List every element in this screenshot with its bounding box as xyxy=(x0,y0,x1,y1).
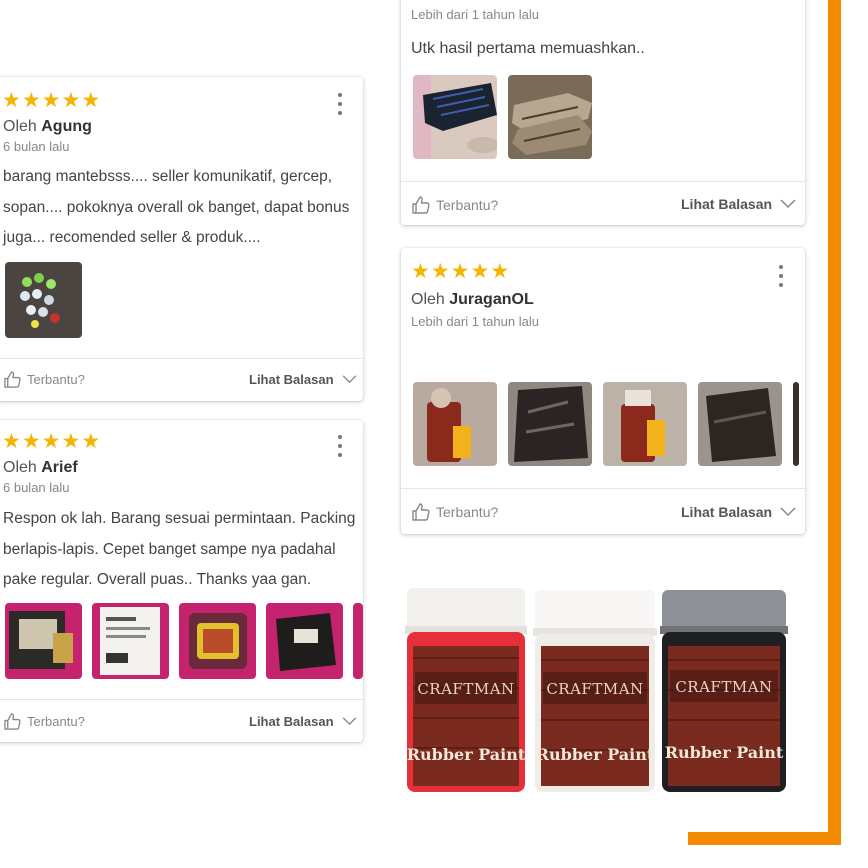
review-photo[interactable] xyxy=(508,382,592,466)
jar-product-name: Rubber Paint xyxy=(665,743,784,762)
star-icon: ★ xyxy=(21,88,41,112)
review-text: Respon ok lah. Barang sesuai permintaan.… xyxy=(3,510,356,588)
star-icon: ★ xyxy=(21,429,41,453)
divider xyxy=(401,488,805,489)
more-options-icon[interactable] xyxy=(774,265,788,287)
jar-brand: CRAFTMAN xyxy=(546,680,643,698)
review-photo[interactable] xyxy=(266,603,343,679)
star-icon: ★ xyxy=(2,88,21,112)
chevron-down-icon xyxy=(342,717,356,726)
star-icon: ★ xyxy=(81,88,101,112)
review-photo[interactable] xyxy=(179,603,256,679)
chevron-down-icon xyxy=(780,199,796,209)
divider xyxy=(0,699,363,700)
more-options-icon[interactable] xyxy=(333,435,347,457)
product-jar-black: CRAFTMAN Rubber Paint xyxy=(660,590,788,794)
review-author: Oleh Agung xyxy=(3,118,92,135)
star-icon: ★ xyxy=(411,259,430,283)
review-time: Lebih dari 1 tahun lalu xyxy=(411,314,539,329)
review-photo[interactable] xyxy=(5,262,82,338)
review-author: Oleh Arief xyxy=(3,459,78,476)
view-replies-label: Lihat Balasan xyxy=(249,372,334,387)
chevron-down-icon xyxy=(342,375,356,384)
view-replies-label: Lihat Balasan xyxy=(249,714,334,729)
rating-stars: ★ ★ ★ ★ ★ xyxy=(2,431,100,452)
star-icon: ★ xyxy=(470,259,490,283)
review-card-juraganol: ★ ★ ★ ★ ★ Oleh JuraganOL Lebih dari 1 tahun … xyxy=(401,248,805,534)
review-photo[interactable] xyxy=(353,603,363,679)
helpful-button[interactable]: Terbantu? xyxy=(3,712,85,731)
review-author: Oleh JuraganOL xyxy=(411,291,534,308)
view-replies-button[interactable]: Lihat Balasan xyxy=(249,714,357,729)
product-jar-white: CRAFTMAN Rubber Paint xyxy=(533,590,657,794)
star-icon: ★ xyxy=(430,259,450,283)
star-icon: ★ xyxy=(2,429,21,453)
chevron-down-icon xyxy=(780,507,796,517)
helpful-label: Terbantu? xyxy=(436,197,499,213)
star-icon: ★ xyxy=(450,259,470,283)
helpful-button[interactable]: Terbantu? xyxy=(411,195,498,215)
review-photo[interactable] xyxy=(508,75,592,159)
author-name: JuraganOL xyxy=(449,291,534,308)
author-name: Arief xyxy=(41,459,78,476)
star-icon: ★ xyxy=(61,429,81,453)
review-time: 6 bulan lalu xyxy=(3,139,70,154)
divider xyxy=(401,181,805,182)
helpful-button[interactable]: Terbantu? xyxy=(411,502,498,522)
jar-brand: CRAFTMAN xyxy=(417,680,514,698)
thumbs-up-icon xyxy=(4,371,21,388)
helpful-label: Terbantu? xyxy=(27,372,85,387)
review-photo[interactable] xyxy=(603,382,687,466)
review-photo[interactable] xyxy=(793,382,799,466)
star-icon: ★ xyxy=(61,88,81,112)
view-replies-label: Lihat Balasan xyxy=(681,196,773,212)
star-icon: ★ xyxy=(41,88,61,112)
orange-frame-horizontal xyxy=(688,832,841,845)
rating-stars: ★ ★ ★ ★ ★ xyxy=(411,261,509,282)
helpful-button[interactable]: Terbantu? xyxy=(3,370,85,389)
review-time: Lebih dari 1 tahun lalu xyxy=(411,7,539,22)
thumbs-up-icon xyxy=(4,713,21,730)
jar-product-name: Rubber Paint xyxy=(407,745,526,764)
review-text: Utk hasil pertama memuashkan.. xyxy=(411,40,645,57)
divider xyxy=(0,358,363,359)
view-replies-button[interactable]: Lihat Balasan xyxy=(249,372,357,387)
thumbs-up-icon xyxy=(412,196,430,214)
review-photo[interactable] xyxy=(698,382,782,466)
product-jar-red: CRAFTMAN Rubber Paint xyxy=(403,588,529,794)
review-time: 6 bulan lalu xyxy=(3,480,70,495)
view-replies-label: Lihat Balasan xyxy=(681,504,773,520)
review-photo[interactable] xyxy=(413,75,497,159)
star-icon: ★ xyxy=(81,429,101,453)
review-card-arief: ★ ★ ★ ★ ★ Oleh Arief 6 bulan lalu Respon ok … xyxy=(0,420,363,742)
helpful-label: Terbantu? xyxy=(436,504,499,520)
rating-stars: ★ ★ ★ ★ ★ xyxy=(2,90,100,111)
more-options-icon[interactable] xyxy=(333,93,347,115)
review-photo[interactable] xyxy=(5,603,82,679)
star-icon: ★ xyxy=(41,429,61,453)
thumbs-up-icon xyxy=(412,503,430,521)
view-replies-button[interactable]: Lihat Balasan xyxy=(681,504,796,520)
view-replies-button[interactable]: Lihat Balasan xyxy=(681,196,796,212)
review-text: barang mantebsss.... seller komunikatif,… xyxy=(3,168,350,246)
review-card-top-right: Lebih dari 1 tahun lalu Utk hasil pertam… xyxy=(401,0,805,225)
orange-frame-vertical xyxy=(828,0,841,845)
review-card-agung: ★ ★ ★ ★ ★ Oleh Agung 6 bulan lalu barang man… xyxy=(0,77,363,401)
review-photo[interactable] xyxy=(92,603,169,679)
jar-product-name: Rubber Paint xyxy=(536,745,655,764)
helpful-label: Terbantu? xyxy=(27,714,85,729)
review-photo[interactable] xyxy=(413,382,497,466)
jar-brand: CRAFTMAN xyxy=(675,678,772,696)
author-name: Agung xyxy=(41,118,92,135)
star-icon: ★ xyxy=(490,259,510,283)
